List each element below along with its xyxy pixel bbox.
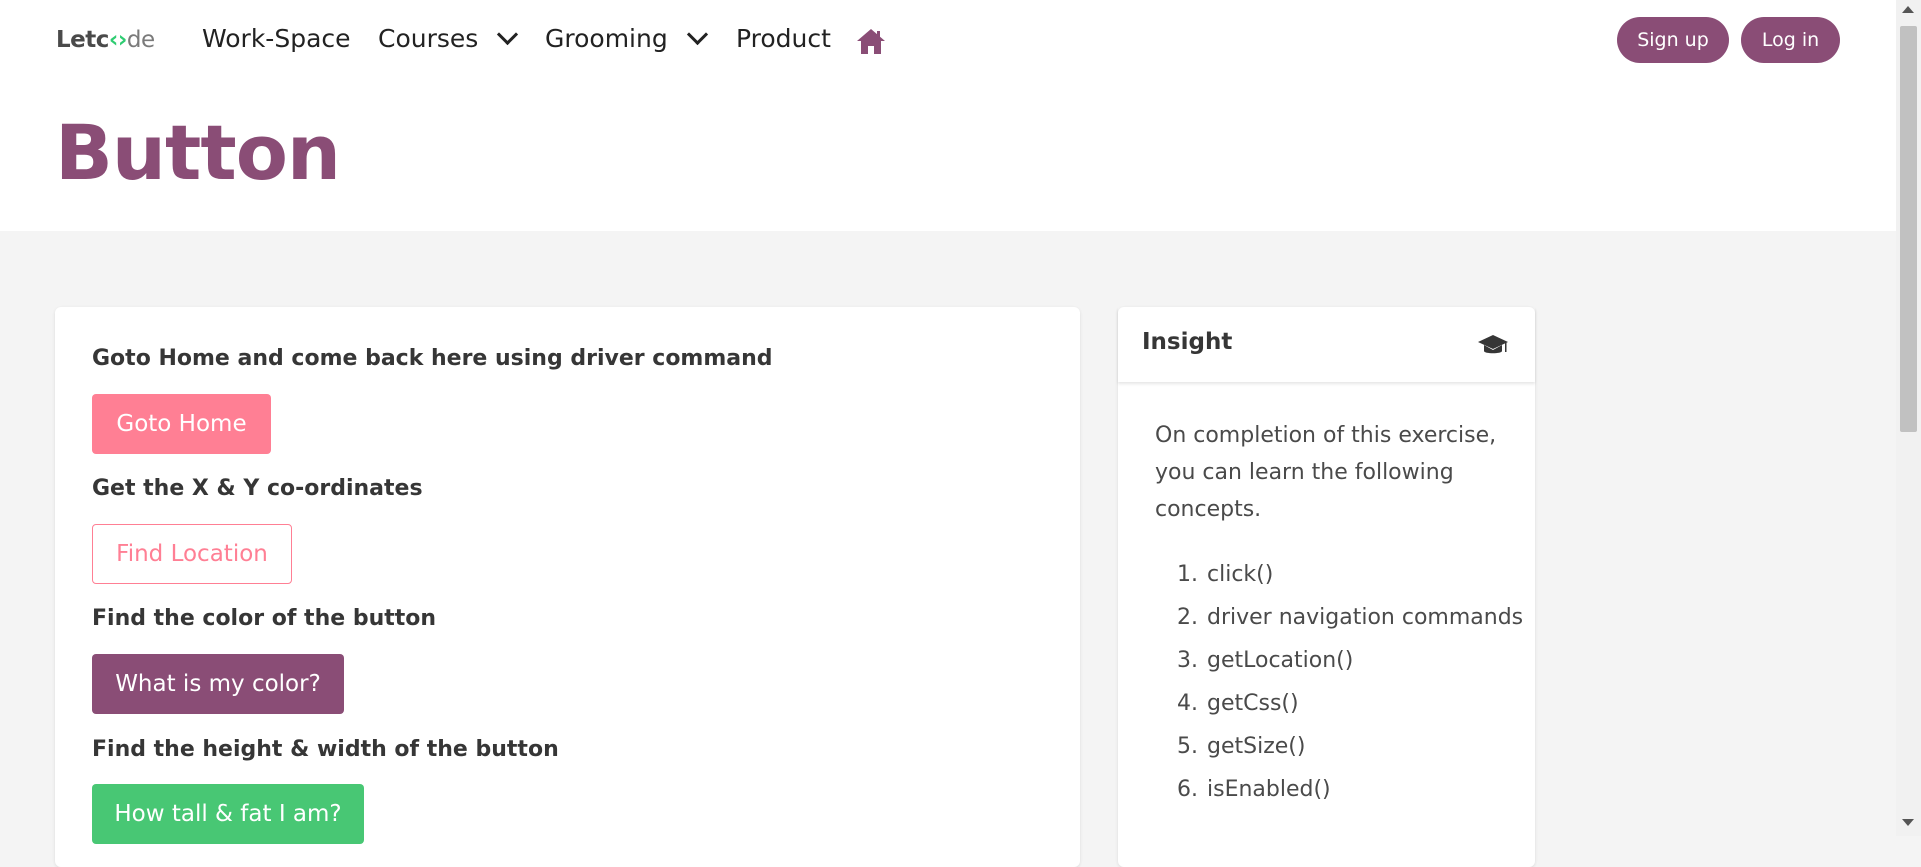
- logo[interactable]: Letc‹›de: [56, 27, 155, 53]
- chevron-down-icon: [686, 23, 708, 46]
- insight-list-item: isEnabled(): [1205, 771, 1535, 808]
- find-location-label: Find Location: [116, 541, 268, 567]
- login-button[interactable]: Log in: [1741, 17, 1840, 63]
- exercise-label-color: Find the color of the button: [92, 606, 437, 631]
- insight-list-item: getCss(): [1205, 685, 1535, 722]
- nav-item-label: Work-Space: [202, 24, 351, 53]
- insight-list-item: getLocation(): [1205, 642, 1535, 679]
- goto-home-label: Goto Home: [116, 411, 247, 437]
- color-button-label: What is my color?: [115, 671, 321, 697]
- scroll-down-arrow-icon[interactable]: [1902, 819, 1914, 826]
- exercise-label-goto-home: Goto Home and come back here using drive…: [92, 346, 773, 371]
- exercise-label-size: Find the height & width of the button: [92, 737, 559, 762]
- scrollbar[interactable]: [1896, 0, 1921, 836]
- exercise-label-location: Get the X & Y co-ordinates: [92, 476, 423, 501]
- color-button[interactable]: What is my color?: [92, 654, 344, 714]
- login-label: Log in: [1761, 29, 1820, 51]
- exercise-card: Goto Home and come back here using drive…: [55, 307, 1080, 867]
- insight-intro: On completion of this exercise, you can …: [1155, 423, 1497, 522]
- insight-list-item: driver navigation commands: [1205, 599, 1535, 636]
- goto-home-button[interactable]: Goto Home: [92, 394, 271, 454]
- nav-item-label: Courses: [378, 24, 479, 53]
- insight-title: Insight: [1142, 329, 1233, 355]
- size-button-label: How tall & fat I am?: [114, 801, 342, 827]
- insight-list-item: click(): [1205, 556, 1535, 593]
- logo-text-c: c: [95, 27, 110, 53]
- navbar: Letc‹›de Work-Space Courses Grooming Pro…: [0, 0, 1896, 80]
- scrollbar-thumb[interactable]: [1900, 26, 1917, 432]
- home-icon[interactable]: [856, 27, 886, 55]
- nav-item-workspace[interactable]: Work-Space: [202, 24, 351, 53]
- logo-text-de: de: [126, 27, 155, 53]
- logo-code-icon: ‹›: [108, 27, 127, 53]
- header-section: Letc‹›de Work-Space Courses Grooming Pro…: [0, 0, 1896, 231]
- scroll-up-arrow-icon[interactable]: [1902, 6, 1914, 13]
- chevron-down-icon: [497, 23, 519, 46]
- nav-item-grooming[interactable]: Grooming: [545, 23, 708, 53]
- nav-item-courses[interactable]: Courses: [378, 23, 519, 53]
- signup-label: Sign up: [1637, 29, 1709, 51]
- logo-text-let: Let: [56, 27, 96, 53]
- insight-list-item: getSize(): [1205, 728, 1535, 765]
- insight-header: Insight: [1118, 307, 1535, 382]
- signup-button[interactable]: Sign up: [1617, 17, 1729, 63]
- nav-item-label: Product: [736, 24, 831, 53]
- find-location-button[interactable]: Find Location: [92, 524, 292, 584]
- nav-item-product[interactable]: Product: [736, 24, 831, 53]
- graduation-cap-icon: [1478, 335, 1508, 354]
- size-button[interactable]: How tall & fat I am?: [92, 784, 364, 844]
- page-title: Button: [55, 108, 341, 197]
- nav-item-label: Grooming: [545, 24, 668, 53]
- insight-list: click() driver navigation commands getLo…: [1155, 556, 1535, 814]
